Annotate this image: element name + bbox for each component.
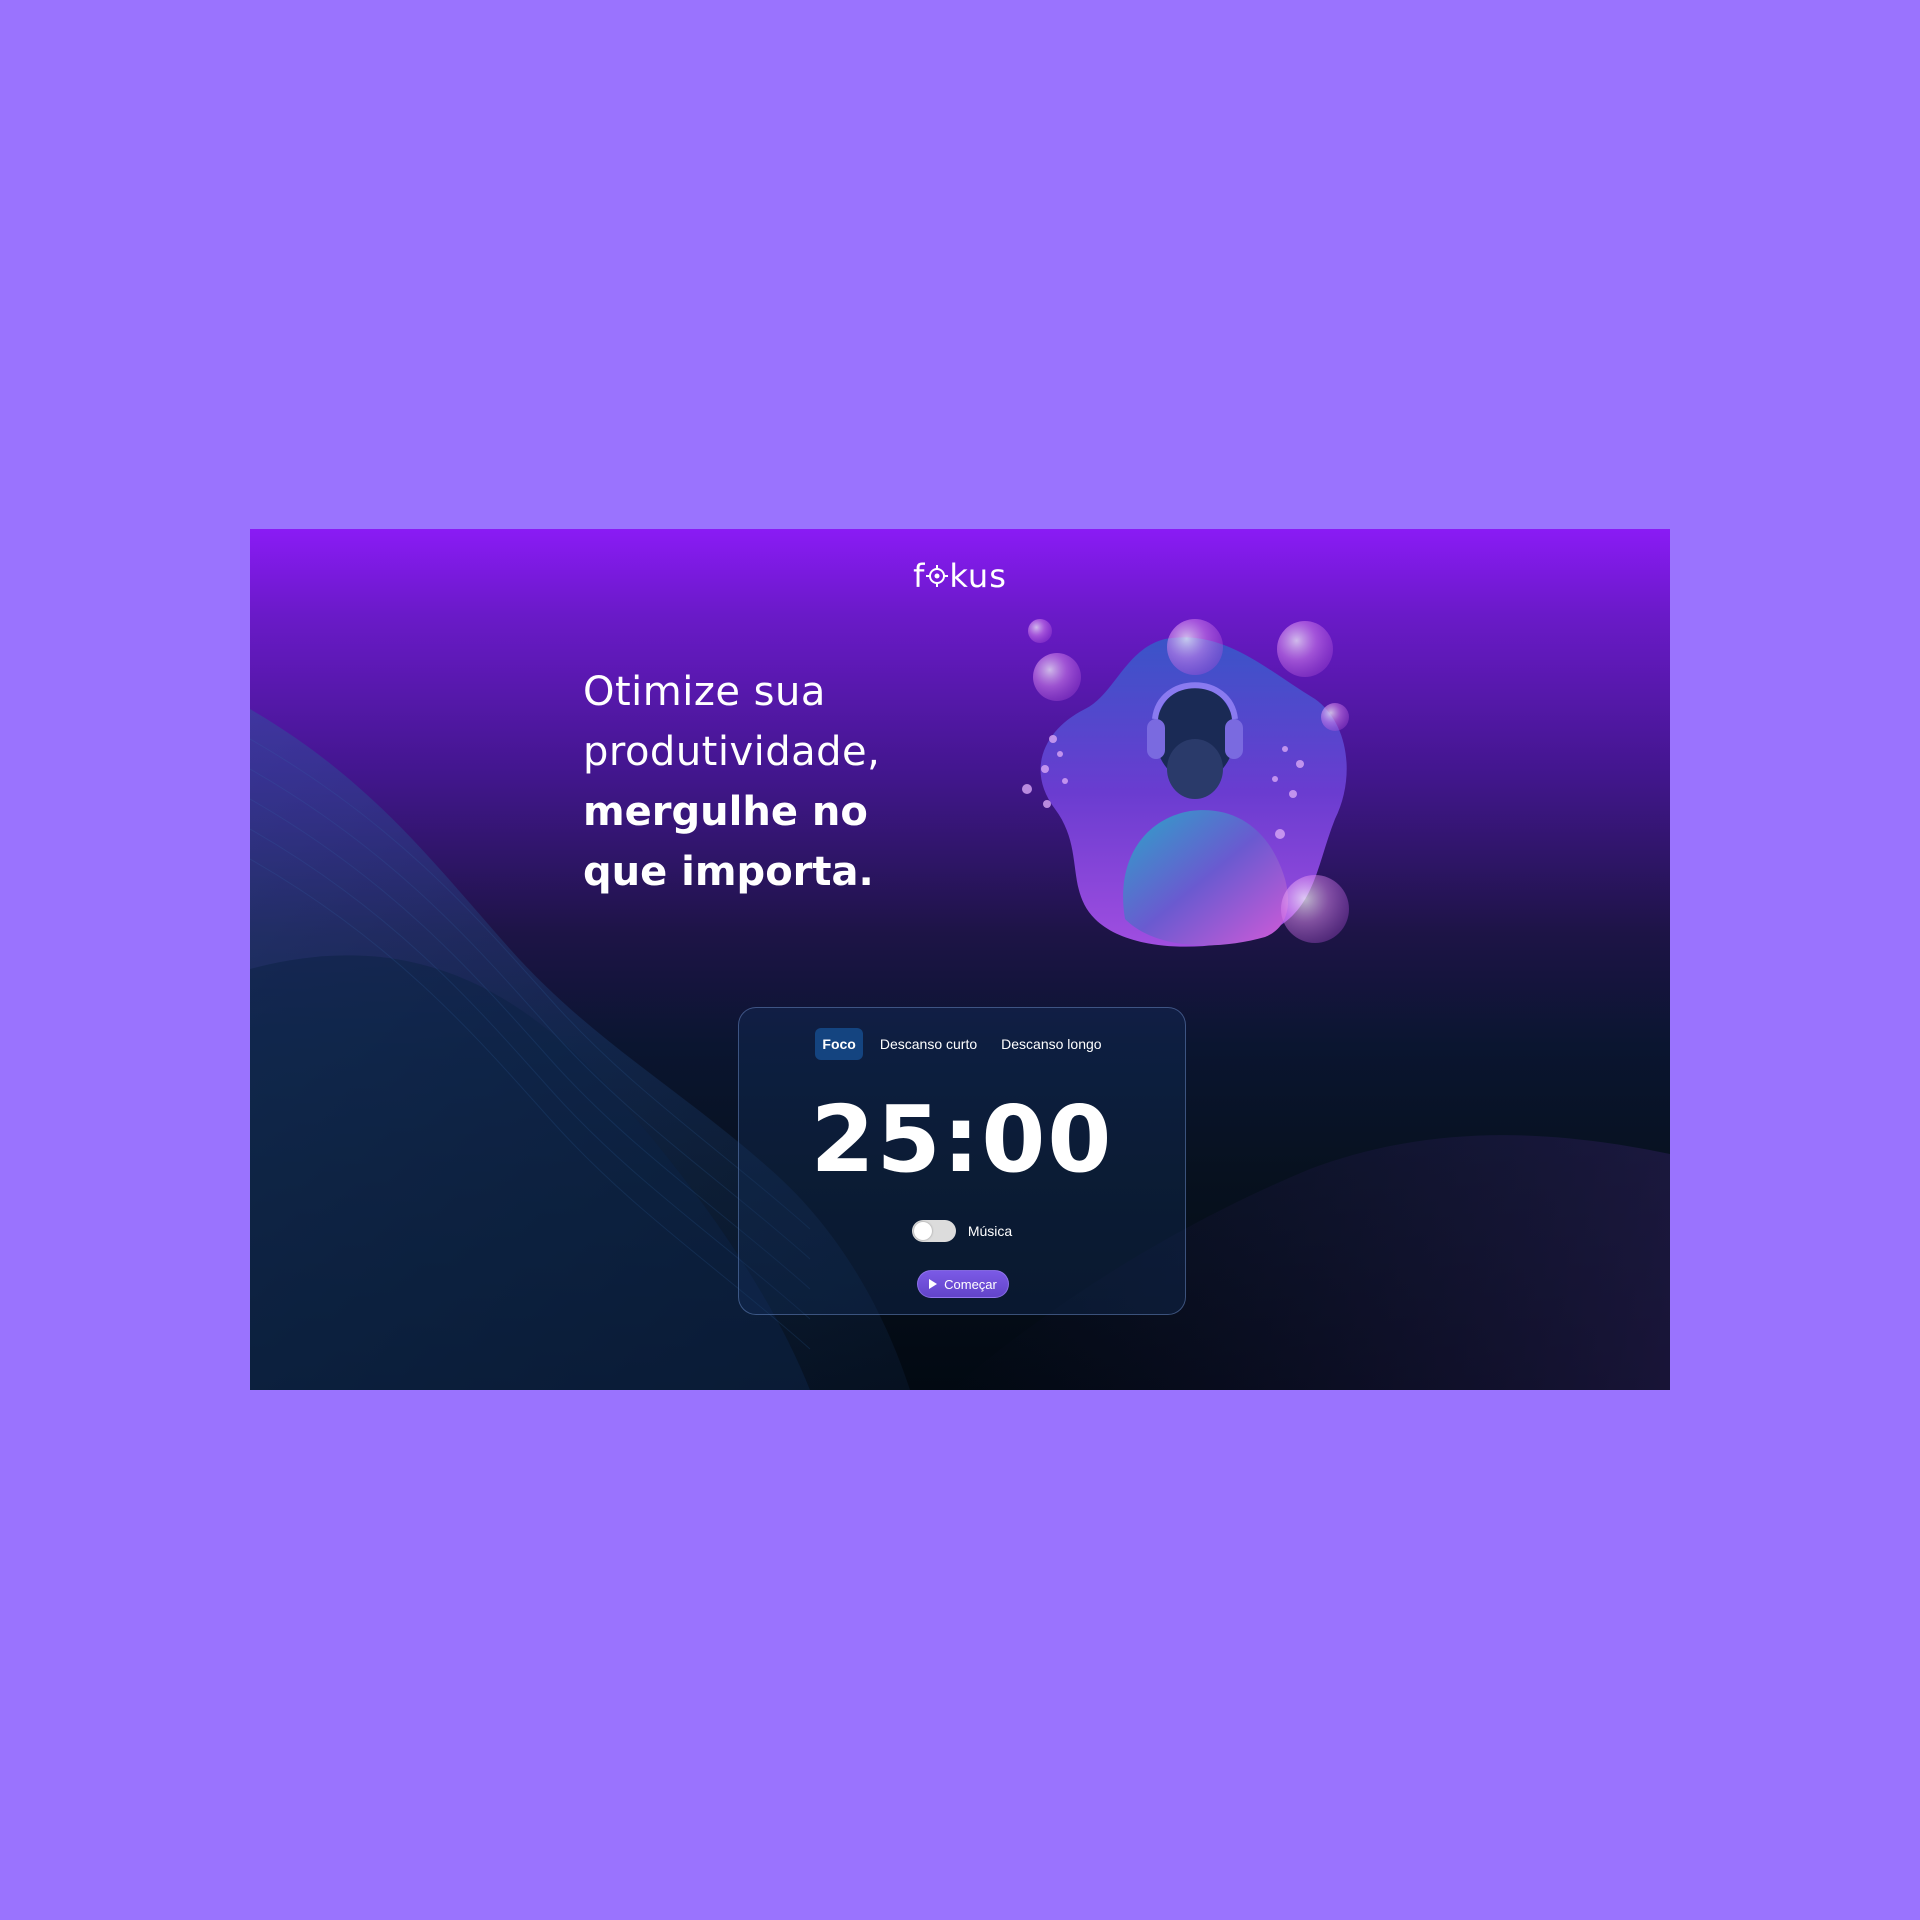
hero-line-4: que importa. — [583, 849, 874, 895]
music-label: Música — [967, 1223, 1013, 1239]
start-button-label: Começar — [944, 1276, 997, 1292]
app-window: f kus Otimize sua produtividade, mergulh… — [250, 529, 1670, 1390]
start-button[interactable]: Começar — [917, 1270, 1009, 1298]
diver-with-headphones-illustration — [1022, 619, 1349, 947]
play-icon — [929, 1279, 938, 1289]
logo-text-suffix: kus — [949, 557, 1007, 595]
hero-line-1: Otimize sua — [583, 669, 826, 715]
tab-descanso-curto[interactable]: Descanso curto — [873, 1028, 984, 1060]
hero-line-2: produtividade, — [583, 729, 881, 775]
music-toggle-row: Música — [739, 1220, 1185, 1242]
music-toggle[interactable] — [911, 1220, 956, 1242]
timer-mode-tabs: Foco Descanso curto Descanso longo — [739, 1028, 1185, 1060]
tab-foco[interactable]: Foco — [815, 1028, 863, 1060]
timer-card: Foco Descanso curto Descanso longo 25:00… — [738, 1007, 1186, 1315]
target-icon — [926, 565, 949, 587]
logo-text-prefix: f — [913, 557, 926, 595]
hero-heading: Otimize sua produtividade, mergulhe no q… — [583, 662, 963, 902]
hero-line-3: mergulhe no — [583, 789, 868, 835]
logo: f kus — [250, 555, 1670, 595]
timer-display: 25:00 — [810, 1086, 1114, 1193]
tab-descanso-longo[interactable]: Descanso longo — [994, 1028, 1108, 1060]
toggle-knob — [913, 1222, 932, 1240]
